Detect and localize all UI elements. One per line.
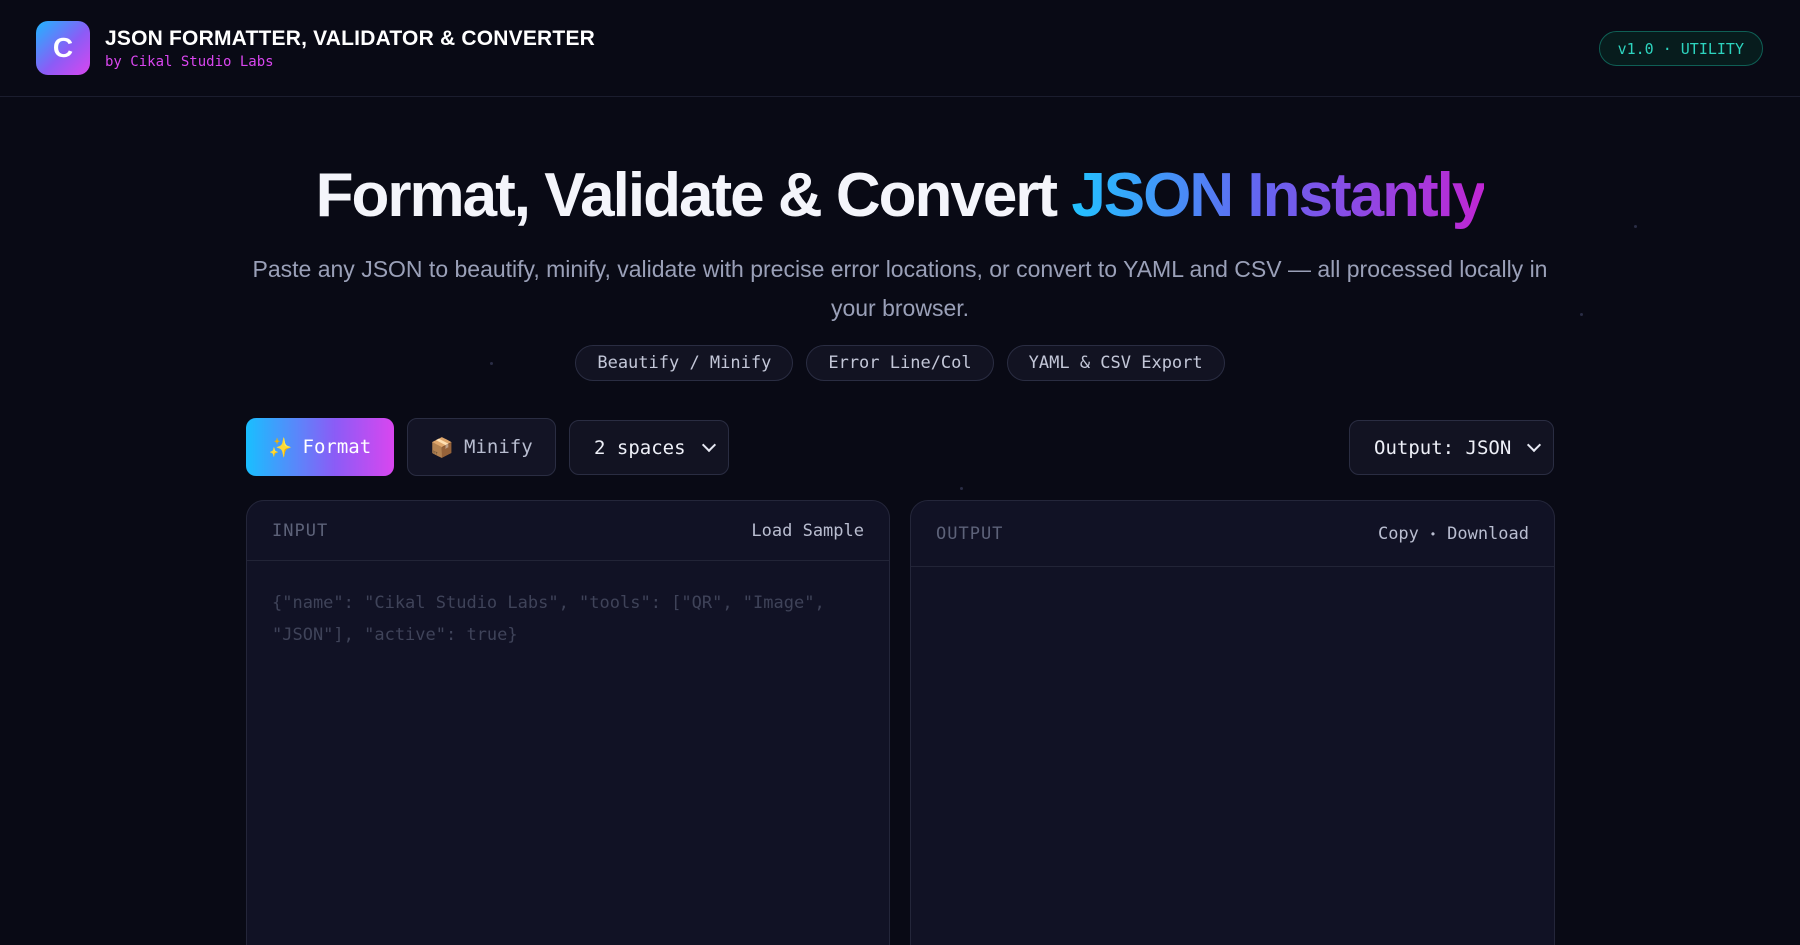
minify-button-label: Minify [464, 436, 533, 458]
feature-chips: Beautify / Minify Error Line/Col YAML & … [0, 345, 1800, 381]
input-panel-header: INPUT Load Sample [247, 501, 889, 561]
background-dot [960, 487, 963, 490]
output-panel: OUTPUT Copy • Download [910, 500, 1555, 945]
logo-icon[interactable]: C [36, 21, 90, 75]
hero-title-highlight: JSON Instantly [1071, 161, 1486, 230]
hero-title: Format, Validate & Convert JSON Instantl… [0, 160, 1800, 231]
json-output-area[interactable] [936, 587, 1526, 945]
feature-chip-error-location: Error Line/Col [806, 345, 994, 381]
download-button[interactable]: Download [1447, 524, 1529, 544]
app-title: JSON FORMATTER, VALIDATOR & CONVERTER [105, 27, 596, 50]
top-bar: C JSON FORMATTER, VALIDATOR & CONVERTER … [0, 0, 1800, 97]
indent-select[interactable]: 2 spaces [569, 420, 729, 475]
load-sample-button[interactable]: Load Sample [751, 521, 864, 541]
indent-select-value: 2 spaces [594, 436, 686, 459]
input-panel: INPUT Load Sample [246, 500, 890, 945]
input-panel-label: INPUT [272, 520, 329, 541]
output-panel-header: OUTPUT Copy • Download [911, 501, 1554, 567]
hero-description: Paste any JSON to beautify, minify, vali… [252, 256, 1548, 321]
output-panel-label: OUTPUT [936, 523, 1004, 544]
feature-chip-export: YAML & CSV Export [1006, 345, 1225, 381]
version-badge: v1.0 · UTILITY [1598, 31, 1763, 66]
package-icon: 📦 [430, 436, 455, 459]
app-page: C JSON FORMATTER, VALIDATOR & CONVERTER … [0, 0, 1800, 945]
output-format-select[interactable]: Output: JSON [1349, 420, 1554, 475]
output-format-value: Output: JSON [1374, 436, 1512, 459]
chevron-down-icon [701, 437, 717, 452]
background-dot [1580, 313, 1583, 316]
copy-button[interactable]: Copy [1378, 524, 1419, 544]
sparkles-icon: ✨ [268, 436, 293, 459]
hero-title-plain: Format, Validate & Convert [315, 161, 1072, 230]
format-button[interactable]: ✨ Format [246, 418, 394, 476]
format-button-label: Format [302, 436, 372, 458]
minify-button[interactable]: 📦 Minify [407, 418, 556, 476]
chevron-down-icon [1526, 437, 1542, 452]
app-subtitle: by Cikal Studio Labs [105, 54, 274, 70]
feature-chip-beautify: Beautify / Minify [575, 345, 794, 381]
output-actions: Copy • Download [1378, 524, 1529, 544]
json-input-textarea[interactable] [272, 587, 862, 945]
action-separator: • [1430, 526, 1436, 541]
